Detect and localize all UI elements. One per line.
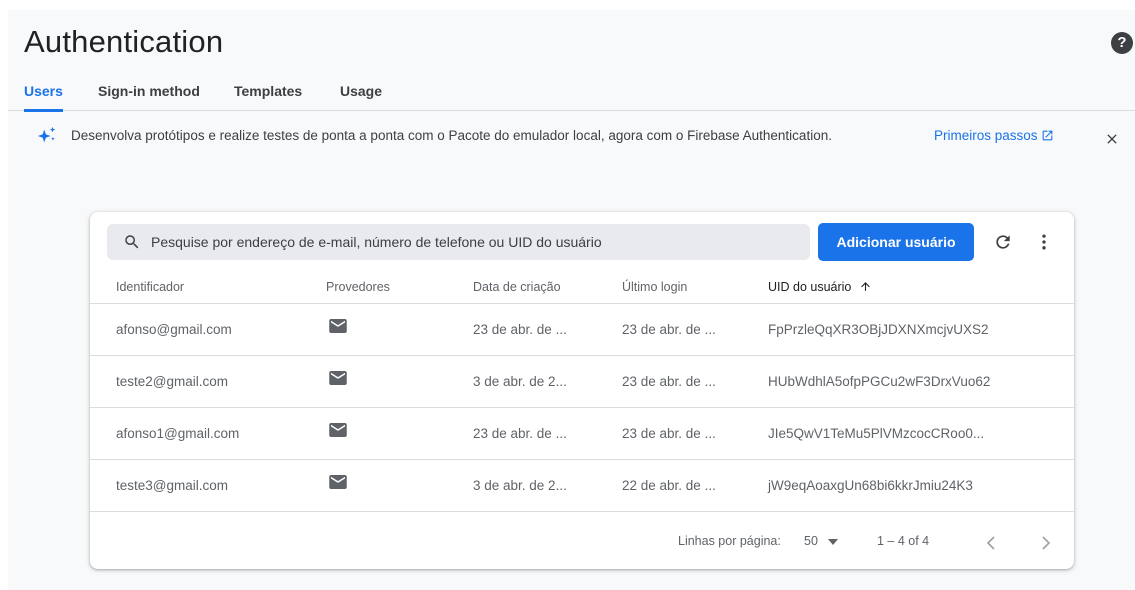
chevron-left-icon[interactable] — [986, 535, 996, 551]
search-bar[interactable] — [107, 224, 810, 260]
cell-uid: FpPrzleQqXR3OBjJDXNXmcjvUXS2 — [768, 322, 989, 337]
column-header-last-login[interactable]: Último login — [622, 280, 687, 294]
table-row[interactable]: afonso1@gmail.com 23 de abr. de ... 23 d… — [90, 408, 1074, 460]
email-icon — [329, 475, 347, 489]
tab-usage[interactable]: Usage — [340, 83, 382, 109]
column-header-uid[interactable]: UID do usuário — [768, 280, 872, 294]
rows-per-page-label: Linhas por página: — [678, 534, 781, 548]
pagination-range: 1 – 4 of 4 — [877, 534, 930, 548]
email-icon — [329, 371, 347, 385]
cell-identifier: teste2@gmail.com — [116, 374, 228, 389]
dropdown-arrow-icon[interactable] — [828, 539, 838, 545]
column-header-uid-label: UID do usuário — [768, 280, 852, 294]
cell-uid: JIe5QwV1TeMu5PlVMzcocCRoo0... — [768, 426, 985, 441]
cell-created: 23 de abr. de ... — [473, 426, 567, 441]
tab-templates[interactable]: Templates — [234, 83, 302, 109]
email-icon — [329, 319, 347, 333]
banner-text: Desenvolva protótipos e realize testes d… — [71, 128, 832, 143]
cell-uid: HUbWdhlA5ofpPGCu2wF3DrxVuo62 — [768, 374, 991, 389]
users-card: Adicionar usuário Identificador Provedor… — [90, 212, 1074, 569]
add-user-button[interactable]: Adicionar usuário — [818, 223, 974, 261]
column-header-created[interactable]: Data de criação — [473, 280, 561, 294]
pagination: Linhas por página: 50 1 – 4 of 4 — [90, 518, 1074, 568]
email-icon — [329, 423, 347, 437]
cell-identifier: afonso@gmail.com — [116, 322, 232, 337]
tab-bar: Users Sign-in method Templates Usage — [8, 72, 1135, 112]
cell-identifier: afonso1@gmail.com — [116, 426, 240, 441]
cell-created: 3 de abr. de 2... — [473, 478, 567, 493]
page: Authentication ? Users Sign-in method Te… — [0, 0, 1135, 590]
rows-per-page-select[interactable]: 50 — [804, 534, 818, 548]
cell-last-login: 22 de abr. de ... — [622, 478, 716, 493]
external-link-icon — [1042, 130, 1052, 141]
table-row[interactable]: teste3@gmail.com 3 de abr. de 2... 22 de… — [90, 460, 1074, 512]
cell-last-login: 23 de abr. de ... — [622, 374, 716, 389]
arrow-up-icon — [861, 282, 871, 291]
search-icon — [125, 235, 139, 249]
getting-started-link[interactable]: Primeiros passos — [934, 128, 1054, 143]
refresh-icon[interactable] — [993, 232, 1013, 252]
getting-started-link-label: Primeiros passos — [934, 128, 1038, 143]
cell-uid: jW9eqAoaxgUn68bi6kkrJmiu24K3 — [768, 478, 973, 493]
cell-created: 3 de abr. de 2... — [473, 374, 567, 389]
table-header: Identificador Provedores Data de criação… — [90, 270, 1074, 304]
search-input[interactable] — [151, 224, 801, 260]
cell-identifier: teste3@gmail.com — [116, 478, 228, 493]
cell-last-login: 23 de abr. de ... — [622, 426, 716, 441]
column-header-identifier[interactable]: Identificador — [116, 280, 184, 294]
cell-last-login: 23 de abr. de ... — [622, 322, 716, 337]
column-header-providers[interactable]: Provedores — [326, 280, 390, 294]
tab-users[interactable]: Users — [24, 83, 63, 112]
page-title: Authentication — [24, 24, 224, 59]
users-table: Identificador Provedores Data de criação… — [90, 270, 1074, 512]
sparkle-icon — [37, 126, 56, 143]
chevron-right-icon[interactable] — [1041, 535, 1051, 551]
table-row[interactable]: teste2@gmail.com 3 de abr. de 2... 23 de… — [90, 356, 1074, 408]
more-vert-icon[interactable] — [1034, 232, 1054, 252]
tab-sign-in-method[interactable]: Sign-in method — [98, 83, 200, 109]
cell-created: 23 de abr. de ... — [473, 322, 567, 337]
emulator-banner: Desenvolva protótipos e realize testes d… — [8, 111, 1135, 163]
main-panel: Authentication ? Users Sign-in method Te… — [8, 10, 1135, 590]
close-icon[interactable] — [1104, 131, 1120, 147]
help-icon[interactable]: ? — [1111, 32, 1133, 54]
table-row[interactable]: afonso@gmail.com 23 de abr. de ... 23 de… — [90, 304, 1074, 356]
